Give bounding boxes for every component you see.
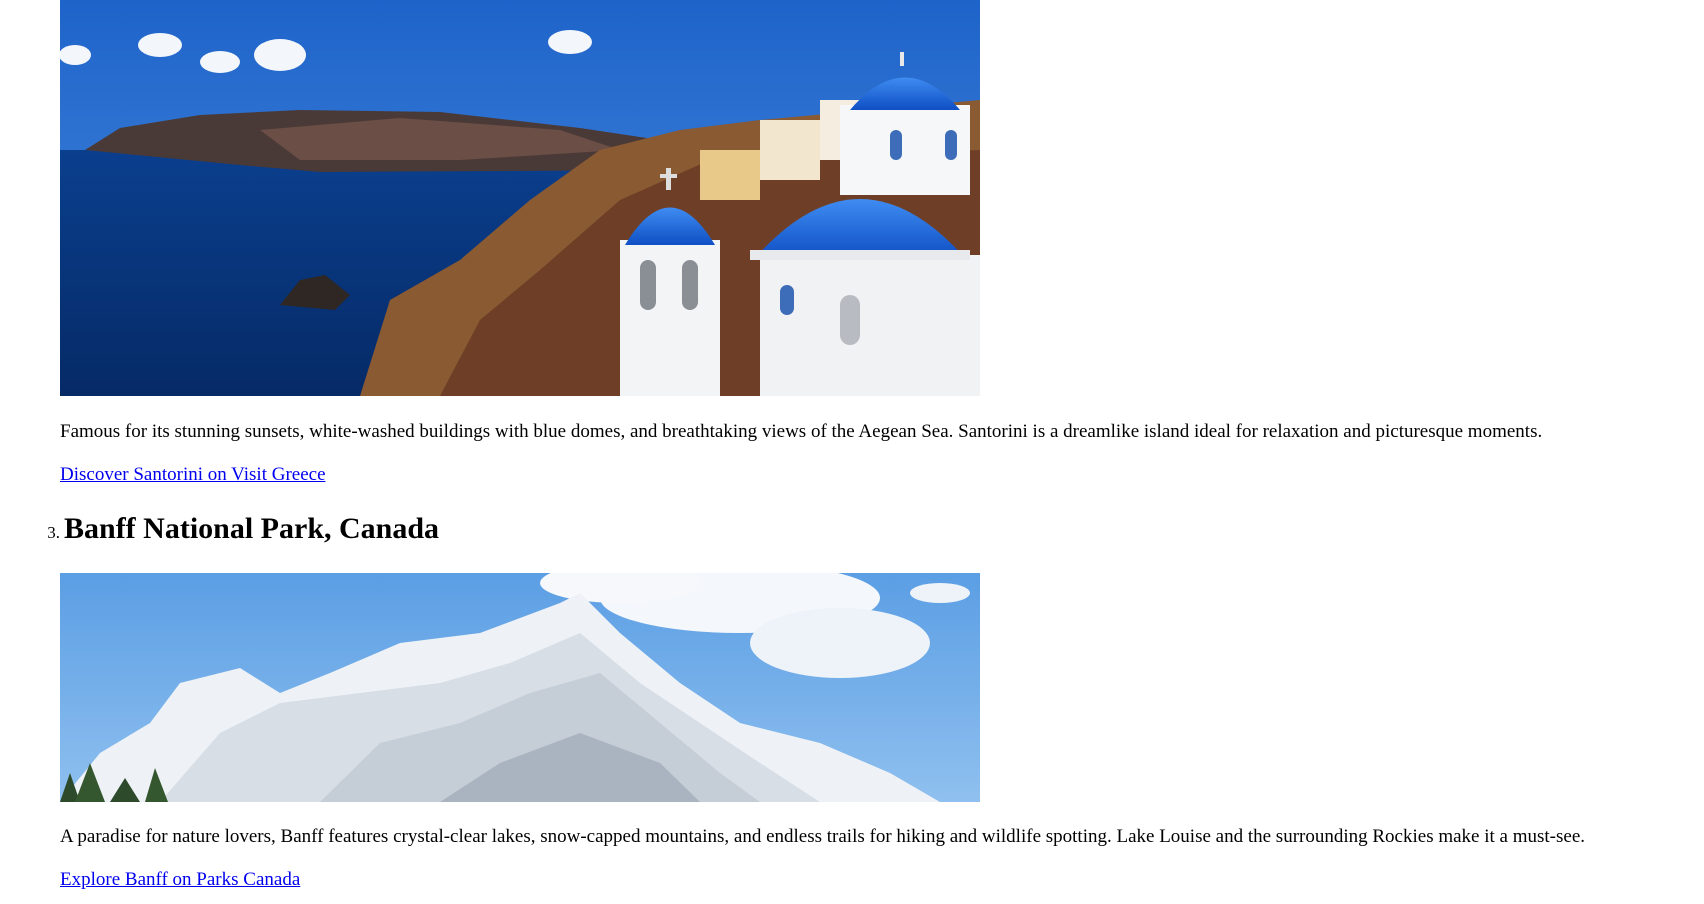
destination-title: Banff National Park, Canada (64, 512, 440, 545)
banff-link[interactable]: Explore Banff on Parks Canada (60, 868, 300, 892)
list-number: 3. (47, 523, 60, 542)
santorini-image (60, 0, 980, 396)
destination-banff: A paradise for nature lovers, Banff feat… (60, 573, 1680, 892)
santorini-link[interactable]: Discover Santorini on Visit Greece (60, 463, 326, 487)
page: Famous for its stunning sunsets, white-w… (0, 0, 1704, 904)
destination-heading-row: 3. Banff National Park, Canada (38, 511, 439, 547)
banff-description: A paradise for nature lovers, Banff feat… (60, 826, 1586, 847)
santorini-description: Famous for its stunning sunsets, white-w… (60, 421, 1543, 442)
banff-illustration (60, 573, 980, 802)
banff-image (60, 573, 980, 802)
destination-santorini: Famous for its stunning sunsets, white-w… (60, 0, 1680, 487)
santorini-illustration (60, 0, 980, 396)
